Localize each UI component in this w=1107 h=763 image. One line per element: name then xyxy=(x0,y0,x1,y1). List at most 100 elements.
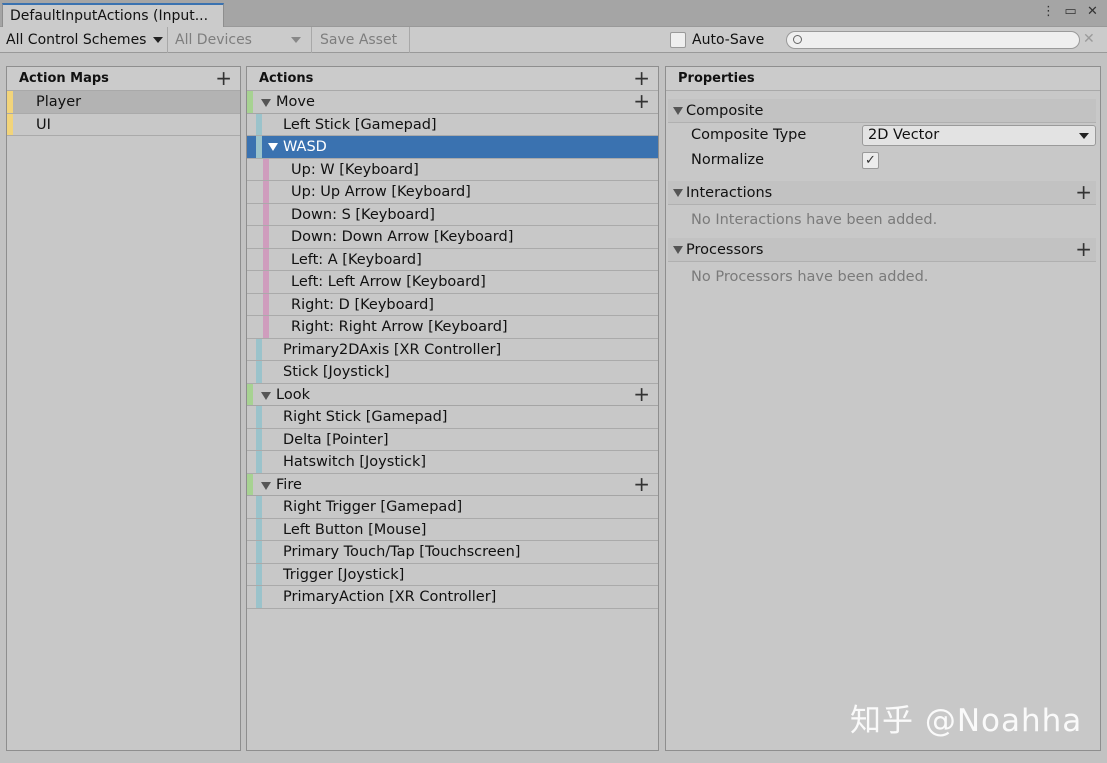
part-strip xyxy=(263,271,269,293)
binding-row[interactable]: Primary2DAxis [XR Controller] xyxy=(247,338,658,361)
binding-label: Stick [Joystick] xyxy=(283,364,390,380)
control-schemes-dropdown[interactable]: All Control Schemes xyxy=(0,27,168,53)
binding-label: Left Button [Mouse] xyxy=(283,521,427,538)
composite-wasd[interactable]: WASD xyxy=(247,136,658,159)
binding-row[interactable]: Stick [Joystick] xyxy=(247,361,658,384)
interactions-empty-message: No Interactions have been added. xyxy=(691,212,938,228)
action-strip xyxy=(247,383,253,405)
action-maps-header: Action Maps + xyxy=(7,67,240,91)
action-strip xyxy=(247,473,253,495)
expand-triangle-icon[interactable] xyxy=(261,481,271,490)
action-label: Look xyxy=(276,386,310,403)
binding-label: Right Trigger [Gamepad] xyxy=(283,499,463,515)
part-label: Down: S [Keyboard] xyxy=(291,206,435,223)
composite-part[interactable]: Down: S [Keyboard] xyxy=(247,203,658,226)
actions-panel: Actions + Move + Left Stick [Gamepad] WA… xyxy=(246,66,659,751)
search-icon xyxy=(793,35,802,44)
binding-label: Trigger [Joystick] xyxy=(283,566,405,583)
map-strip xyxy=(7,113,13,135)
auto-save-toggle[interactable]: Auto-Save xyxy=(670,30,764,50)
devices-dropdown[interactable]: All Devices xyxy=(168,27,312,53)
part-strip xyxy=(263,248,269,270)
more-vert-icon[interactable]: ⋮ xyxy=(1042,5,1055,19)
expand-triangle-icon[interactable] xyxy=(673,246,683,254)
part-label: Up: Up Arrow [Keyboard] xyxy=(291,184,471,200)
binding-label: Left Stick [Gamepad] xyxy=(283,116,437,133)
action-map-item-ui[interactable]: UI xyxy=(7,113,240,136)
auto-save-checkbox[interactable] xyxy=(670,32,686,48)
properties-header: Properties xyxy=(666,67,1100,91)
toolbar: All Control Schemes All Devices Save Ass… xyxy=(0,27,1107,53)
control-schemes-label: All Control Schemes xyxy=(6,32,147,48)
binding-label: Right Stick [Gamepad] xyxy=(283,409,448,425)
part-label: Up: W [Keyboard] xyxy=(291,161,419,178)
binding-row[interactable]: Primary Touch/Tap [Touchscreen] xyxy=(247,541,658,564)
add-processor-icon[interactable]: + xyxy=(1075,237,1092,261)
expand-triangle-icon[interactable] xyxy=(268,143,278,151)
binding-strip xyxy=(256,361,262,383)
action-label: Move xyxy=(276,94,315,110)
composite-part[interactable]: Down: Down Arrow [Keyboard] xyxy=(247,226,658,249)
composite-part[interactable]: Up: W [Keyboard] xyxy=(247,158,658,181)
binding-row[interactable]: Trigger [Joystick] xyxy=(247,563,658,586)
add-binding-icon[interactable]: + xyxy=(633,473,650,495)
expand-triangle-icon[interactable] xyxy=(673,107,683,115)
composite-part[interactable]: Left: A [Keyboard] xyxy=(247,248,658,271)
composite-part[interactable]: Up: Up Arrow [Keyboard] xyxy=(247,181,658,204)
auto-save-label: Auto-Save xyxy=(692,32,765,48)
chevron-down-icon xyxy=(153,37,163,43)
binding-row[interactable]: Delta [Pointer] xyxy=(247,428,658,451)
action-fire[interactable]: Fire + xyxy=(247,473,658,496)
binding-row[interactable]: Right Trigger [Gamepad] xyxy=(247,496,658,519)
action-maps-panel: Action Maps + Player UI xyxy=(6,66,241,751)
binding-row[interactable]: Left Stick [Gamepad] xyxy=(247,113,658,136)
binding-strip xyxy=(256,541,262,563)
expand-triangle-icon[interactable] xyxy=(261,391,271,400)
add-binding-icon[interactable]: + xyxy=(633,383,650,405)
composite-section[interactable]: Composite xyxy=(668,99,1096,123)
composite-type-row: Composite Type 2D Vector xyxy=(668,123,1100,148)
binding-strip xyxy=(256,113,262,135)
binding-row[interactable]: Right Stick [Gamepad] xyxy=(247,406,658,429)
maximize-icon[interactable]: ▭ xyxy=(1064,5,1077,19)
window-tab[interactable]: DefaultInputActions (Input... xyxy=(2,3,224,28)
binding-strip xyxy=(256,428,262,450)
save-asset-button[interactable]: Save Asset xyxy=(312,27,410,53)
action-move[interactable]: Move + xyxy=(247,90,658,114)
window-tab-bar: DefaultInputActions (Input... ⋮ ▭ ✕ xyxy=(0,0,1107,28)
composite-type-dropdown[interactable]: 2D Vector xyxy=(862,125,1096,146)
composite-part[interactable]: Right: D [Keyboard] xyxy=(247,293,658,316)
composite-type-label: Composite Type xyxy=(691,127,807,143)
composite-part[interactable]: Left: Left Arrow [Keyboard] xyxy=(247,271,658,294)
composite-part[interactable]: Right: Right Arrow [Keyboard] xyxy=(247,316,658,339)
interactions-section[interactable]: Interactions + xyxy=(668,180,1096,205)
expand-triangle-icon[interactable] xyxy=(261,99,271,107)
clear-search-icon[interactable]: ✕ xyxy=(1083,31,1095,47)
composite-type-value: 2D Vector xyxy=(868,127,940,143)
search-input[interactable] xyxy=(786,31,1080,49)
add-action-icon[interactable]: + xyxy=(633,67,650,89)
part-strip xyxy=(263,158,269,180)
expand-triangle-icon[interactable] xyxy=(673,189,683,197)
binding-row[interactable]: PrimaryAction [XR Controller] xyxy=(247,586,658,609)
close-icon[interactable]: ✕ xyxy=(1086,5,1099,19)
part-strip xyxy=(263,316,269,338)
add-action-map-icon[interactable]: + xyxy=(215,67,232,89)
part-label: Left: Left Arrow [Keyboard] xyxy=(291,274,486,290)
processors-section[interactable]: Processors + xyxy=(668,237,1096,262)
normalize-checkbox[interactable]: ✓ xyxy=(862,152,879,169)
add-interaction-icon[interactable]: + xyxy=(1075,180,1092,204)
binding-label: Delta [Pointer] xyxy=(283,431,389,448)
part-strip xyxy=(263,203,269,225)
binding-strip xyxy=(256,563,262,585)
add-binding-icon[interactable]: + xyxy=(633,90,650,112)
binding-strip xyxy=(256,406,262,428)
binding-row[interactable]: Hatswitch [Joystick] xyxy=(247,451,658,474)
actions-header: Actions + xyxy=(247,67,658,91)
action-map-item-player[interactable]: Player xyxy=(7,91,240,114)
section-label: Composite xyxy=(686,103,764,119)
action-look[interactable]: Look + xyxy=(247,383,658,406)
section-label: Processors xyxy=(686,242,764,258)
binding-row[interactable]: Left Button [Mouse] xyxy=(247,518,658,541)
part-label: Right: Right Arrow [Keyboard] xyxy=(291,319,508,335)
